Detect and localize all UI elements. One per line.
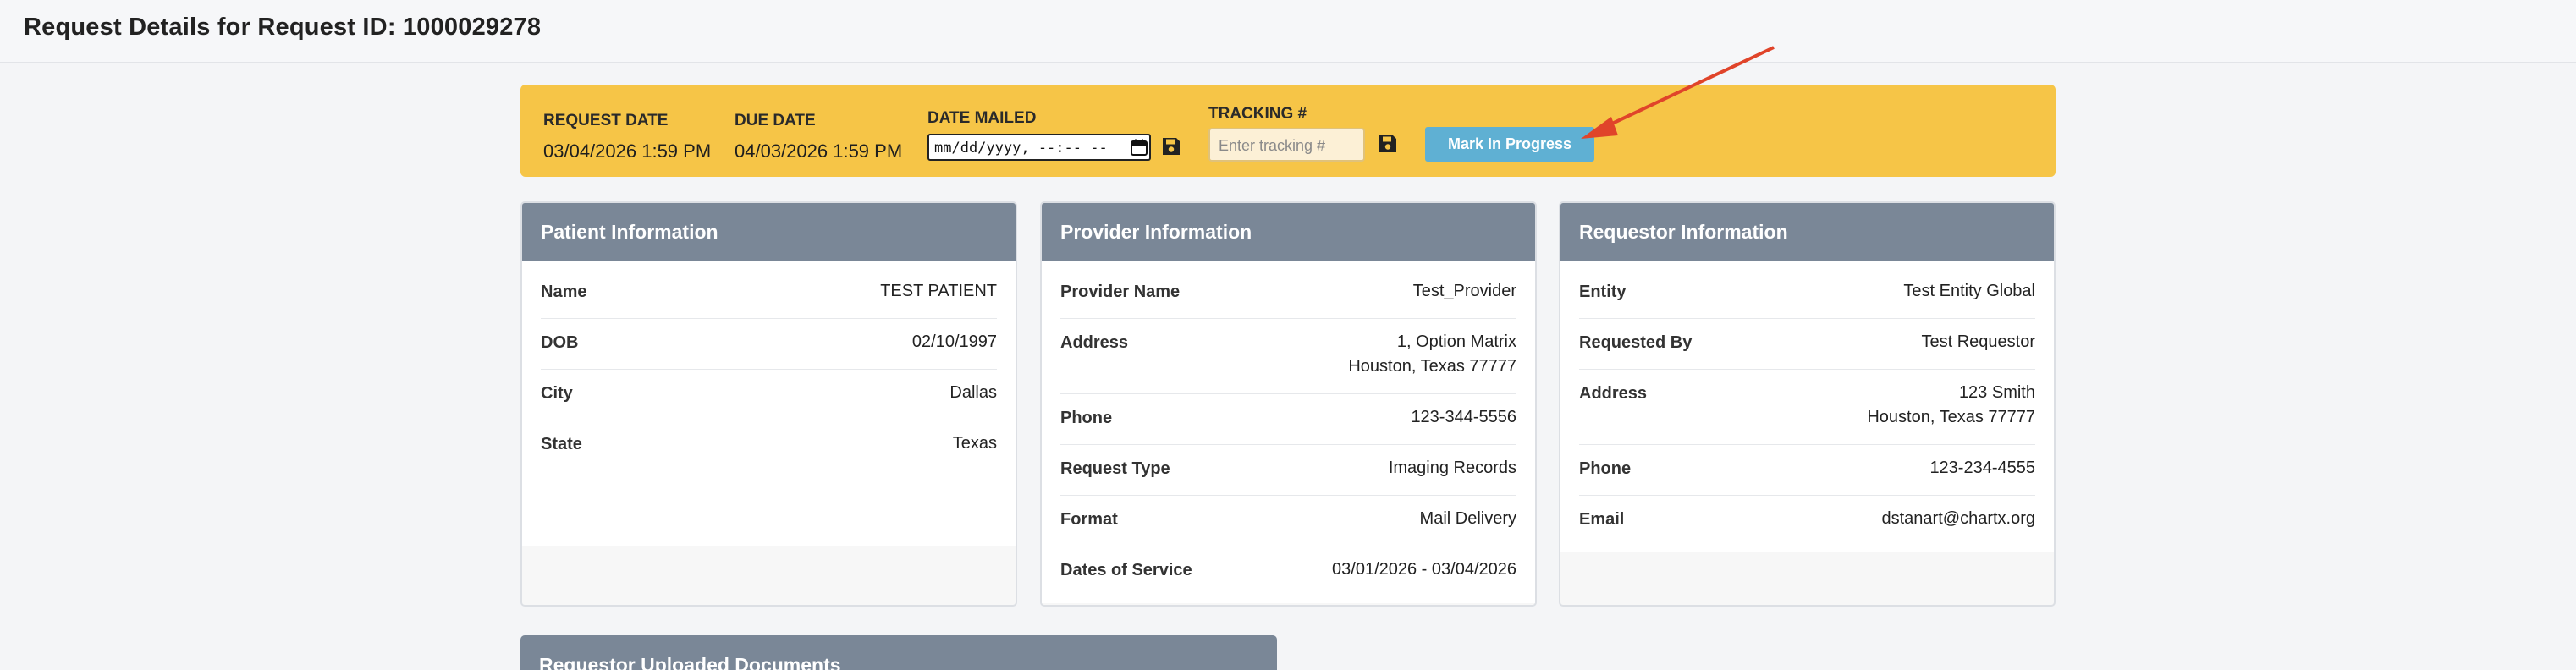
patient-row-city: City Dallas bbox=[541, 370, 997, 420]
address-line-2: Houston, Texas 77777 bbox=[1867, 408, 2035, 426]
provider-row-name: Provider Name Test_Provider bbox=[1060, 268, 1516, 319]
date-mailed-field: DATE MAILED bbox=[927, 109, 1036, 128]
provider-card-body: Provider Name Test_Provider Address 1, O… bbox=[1042, 261, 1535, 603]
row-value: Imaging Records bbox=[1388, 459, 1516, 477]
address-line-1: 1, Option Matrix bbox=[1396, 332, 1516, 351]
requestor-row-address: Address 123 Smith Houston, Texas 77777 bbox=[1579, 370, 2035, 445]
row-label: Phone bbox=[1579, 459, 1632, 478]
annotation-arrow-icon bbox=[1581, 46, 1775, 139]
address-line-1: 123 Smith bbox=[1958, 383, 2035, 402]
row-value: dstanart@chartx.org bbox=[1881, 509, 2036, 528]
requestor-row-phone: Phone 123-234-4555 bbox=[1579, 445, 2035, 496]
mark-in-progress-button[interactable]: Mark In Progress bbox=[1425, 127, 1594, 162]
row-value: Test_Provider bbox=[1412, 282, 1516, 300]
tracking-label: TRACKING # bbox=[1208, 105, 1307, 123]
row-label: Format bbox=[1060, 510, 1118, 529]
provider-row-dates-of-service: Dates of Service 03/01/2026 - 03/04/2026 bbox=[1060, 546, 1516, 596]
row-label: Dates of Service bbox=[1060, 561, 1192, 579]
row-label: Entity bbox=[1579, 283, 1627, 301]
uploaded-documents-card: Requestor Uploaded Documents bbox=[520, 635, 1277, 670]
tracking-field: TRACKING # bbox=[1208, 105, 1307, 124]
provider-row-phone: Phone 123-344-5556 bbox=[1060, 394, 1516, 445]
provider-info-card: Provider Information Provider Name Test_… bbox=[1040, 201, 1537, 607]
provider-card-title: Provider Information bbox=[1042, 203, 1535, 261]
row-value: 123 Smith Houston, Texas 77777 bbox=[1867, 381, 2035, 430]
save-date-mailed-icon[interactable] bbox=[1161, 136, 1181, 157]
row-label: Address bbox=[1060, 333, 1129, 352]
row-value: Dallas bbox=[949, 383, 997, 402]
row-label: City bbox=[541, 384, 573, 403]
requestor-row-requested-by: Requested By Test Requestor bbox=[1579, 319, 2035, 370]
requestor-row-entity: Entity Test Entity Global bbox=[1579, 268, 2035, 319]
provider-row-request-type: Request Type Imaging Records bbox=[1060, 445, 1516, 496]
requestor-card-body: Entity Test Entity Global Requested By T… bbox=[1560, 261, 2054, 552]
request-date-label: REQUEST DATE bbox=[543, 112, 669, 129]
row-value: 03/01/2026 - 03/04/2026 bbox=[1332, 560, 1516, 579]
row-label: Address bbox=[1579, 384, 1648, 403]
due-date-field: DUE DATE 04/03/2026 1:59 PM bbox=[735, 112, 902, 162]
row-label: Email bbox=[1579, 510, 1625, 529]
requestor-card-title: Requestor Information bbox=[1560, 203, 2054, 261]
row-label: Request Type bbox=[1060, 459, 1170, 478]
row-value: Test Requestor bbox=[1921, 332, 2035, 351]
requestor-row-email: Email dstanart@chartx.org bbox=[1579, 496, 2035, 546]
date-mailed-label: DATE MAILED bbox=[927, 109, 1037, 127]
row-label: DOB bbox=[541, 333, 579, 352]
patient-card-body: Name TEST PATIENT DOB 02/10/1997 City Da… bbox=[522, 261, 1016, 546]
patient-info-card: Patient Information Name TEST PATIENT DO… bbox=[520, 201, 1017, 607]
date-mailed-input[interactable]: mm/dd/yyyy, --:-- -- bbox=[927, 134, 1151, 161]
provider-row-format: Format Mail Delivery bbox=[1060, 496, 1516, 546]
request-date-value: 03/04/2026 1:59 PM bbox=[543, 140, 712, 162]
row-label: Name bbox=[541, 283, 587, 301]
row-value: 123-234-4555 bbox=[1929, 459, 2035, 477]
uploaded-documents-title: Requestor Uploaded Documents bbox=[539, 654, 841, 670]
save-tracking-icon[interactable] bbox=[1378, 134, 1398, 154]
due-date-label: DUE DATE bbox=[735, 112, 816, 129]
patient-row-state: State Texas bbox=[541, 420, 997, 470]
page-header: Request Details for Request ID: 10000292… bbox=[0, 0, 2576, 63]
row-value: Mail Delivery bbox=[1419, 509, 1516, 528]
patient-card-title: Patient Information bbox=[522, 203, 1016, 261]
request-date-field: REQUEST DATE 03/04/2026 1:59 PM bbox=[543, 112, 711, 162]
row-value: Test Entity Global bbox=[1903, 282, 2035, 300]
requestor-info-card: Requestor Information Entity Test Entity… bbox=[1559, 201, 2056, 607]
page-title: Request Details for Request ID: 10000292… bbox=[24, 14, 542, 41]
row-label: Provider Name bbox=[1060, 283, 1181, 301]
tracking-input[interactable]: Enter tracking # bbox=[1208, 128, 1365, 162]
provider-row-address: Address 1, Option Matrix Houston, Texas … bbox=[1060, 319, 1516, 394]
row-value: 02/10/1997 bbox=[911, 332, 997, 351]
row-label: Phone bbox=[1060, 409, 1113, 427]
row-label: Requested By bbox=[1579, 333, 1693, 352]
row-value: 123-344-5556 bbox=[1411, 408, 1516, 426]
calendar-icon[interactable] bbox=[1131, 139, 1148, 156]
row-value: 1, Option Matrix Houston, Texas 77777 bbox=[1348, 330, 1516, 379]
row-value: TEST PATIENT bbox=[880, 282, 997, 300]
due-date-value: 04/03/2026 1:59 PM bbox=[735, 140, 903, 162]
row-label: State bbox=[541, 435, 582, 453]
address-line-2: Houston, Texas 77777 bbox=[1348, 357, 1516, 376]
row-value: Texas bbox=[952, 434, 997, 453]
patient-row-dob: DOB 02/10/1997 bbox=[541, 319, 997, 370]
patient-row-name: Name TEST PATIENT bbox=[541, 268, 997, 319]
